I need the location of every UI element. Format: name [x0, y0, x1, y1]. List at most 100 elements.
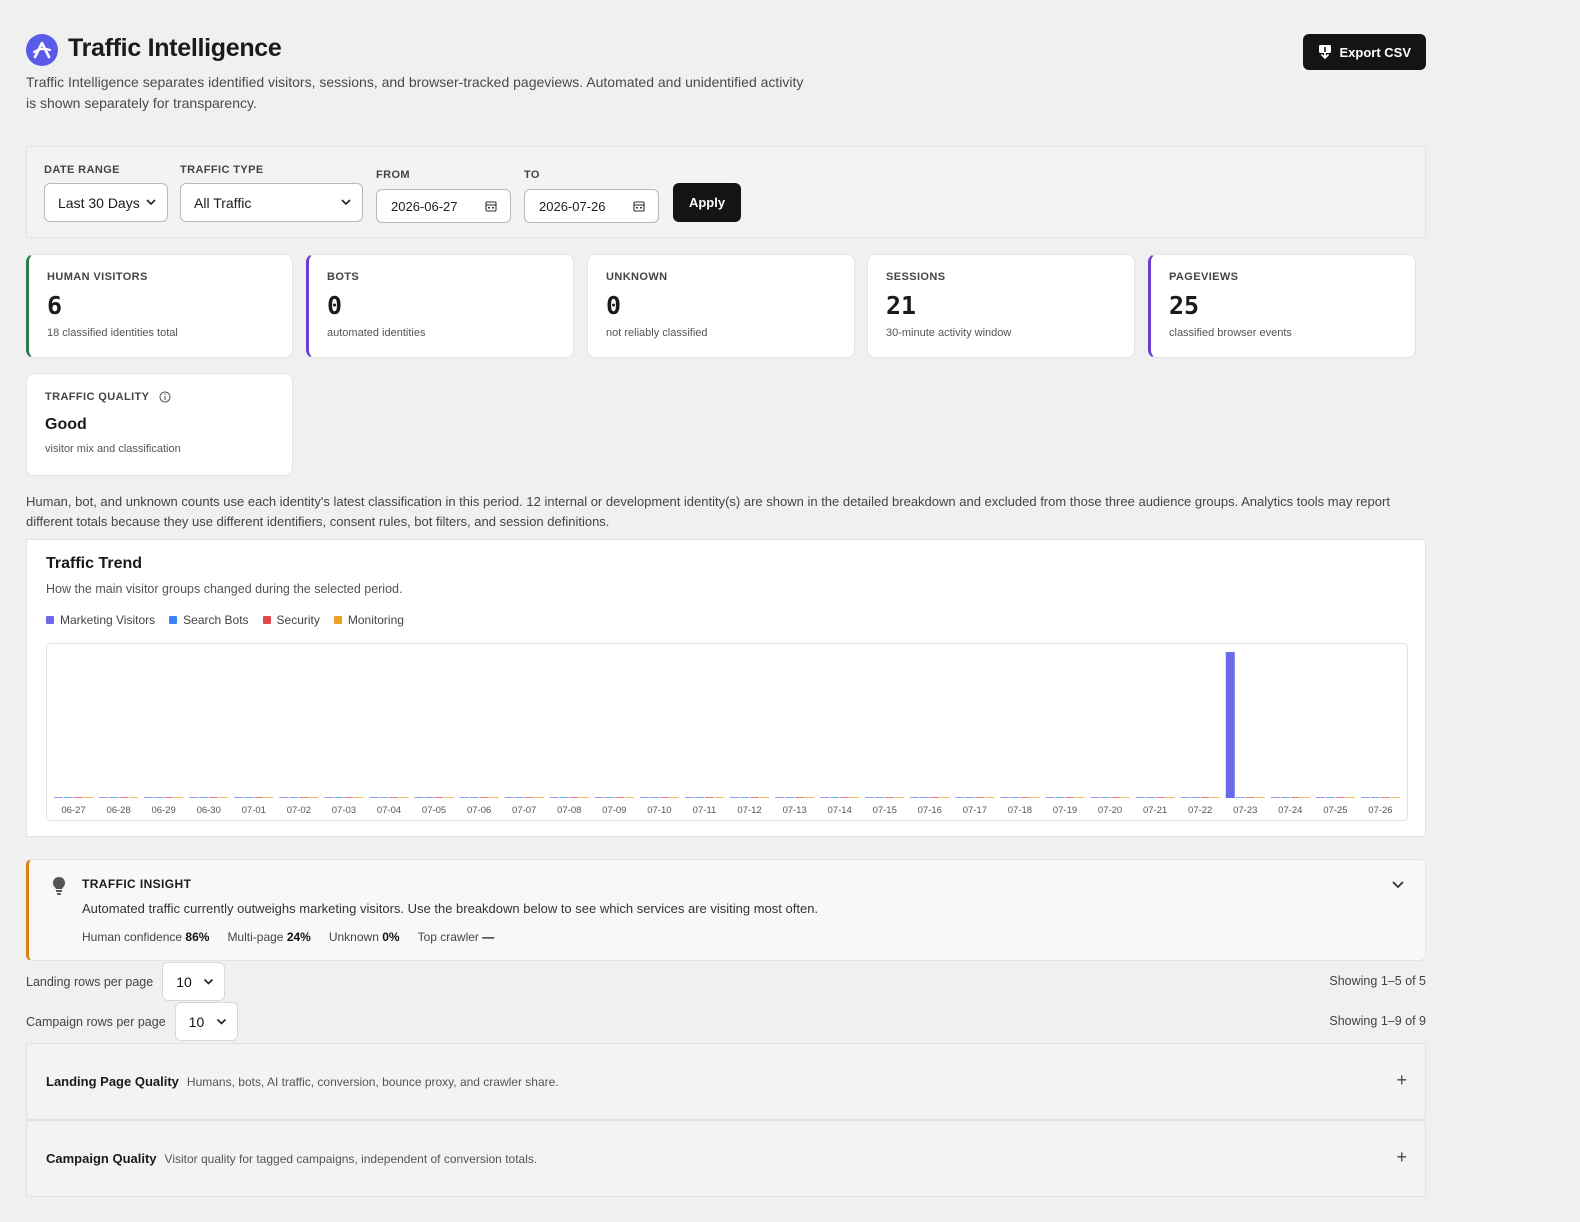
bar-security-07-23	[1245, 797, 1255, 798]
bar-marketing-visitors-07-26	[1360, 797, 1370, 798]
bar-search-bots-07-03	[334, 797, 344, 798]
info-icon[interactable]	[159, 391, 171, 403]
bar-security-07-21	[1155, 797, 1165, 798]
bar-search-bots-07-26	[1370, 797, 1380, 798]
bar-marketing-visitors-06-28	[99, 797, 109, 798]
bar-marketing-visitors-07-06	[459, 797, 469, 798]
bar-monitoring-07-17	[985, 797, 995, 798]
bar-search-bots-07-22	[1190, 797, 1200, 798]
metric-human-confidence: Human confidence 86%	[82, 930, 209, 944]
campaign-quality-section[interactable]: Campaign Quality Visitor quality for tagg…	[26, 1120, 1426, 1197]
chevron-down-icon[interactable]	[1391, 880, 1405, 890]
apply-button[interactable]: Apply	[673, 183, 741, 222]
landing-rows-select[interactable]: 10	[162, 962, 226, 1001]
bar-marketing-visitors-07-17	[955, 797, 965, 798]
bar-marketing-visitors-07-16	[910, 797, 920, 798]
x-tick-label: 07-06	[467, 805, 491, 816]
bar-search-bots-07-11	[694, 797, 704, 798]
campaign-rows-value: 10	[188, 1013, 205, 1030]
bar-search-bots-07-16	[920, 797, 930, 798]
insight-metrics: Human confidence 86% Multi-page 24% Unkn…	[82, 930, 494, 944]
bar-marketing-visitors-07-23	[1225, 652, 1235, 798]
x-tick-label: 07-10	[647, 805, 671, 816]
x-tick-label: 07-25	[1323, 805, 1347, 816]
bar-monitoring-07-14	[850, 797, 860, 798]
traffic-quality-desc: visitor mix and classification	[45, 443, 181, 455]
bar-security-07-10	[659, 797, 669, 798]
x-tick-label: 07-08	[557, 805, 581, 816]
bar-marketing-visitors-07-22	[1180, 797, 1190, 798]
calendar-icon[interactable]	[485, 200, 497, 212]
bar-monitoring-07-12	[760, 797, 770, 798]
bar-search-bots-07-05	[424, 797, 434, 798]
plus-icon[interactable]: +	[1396, 1147, 1407, 1168]
legend-item: Monitoring	[333, 613, 404, 627]
to-date-value: 2026-07-26	[539, 198, 606, 214]
traffic-type-value: All Traffic	[194, 194, 252, 211]
bar-monitoring-07-16	[940, 797, 950, 798]
metric-value: 24%	[286, 930, 311, 944]
bar-monitoring-07-03	[354, 797, 364, 798]
bar-marketing-visitors-07-18	[1000, 797, 1010, 798]
filter-bar: DATE RANGE Last 30 Days TRAFFIC TYPE All…	[26, 146, 1426, 238]
calendar-icon[interactable]	[633, 200, 645, 212]
page-title: Traffic Intelligence	[68, 34, 282, 62]
bar-marketing-visitors-07-03	[324, 797, 334, 798]
export-csv-button[interactable]: Export CSV	[1303, 34, 1426, 70]
x-tick-label: 07-26	[1368, 805, 1392, 816]
page: Traffic Intelligence Traffic Intelligenc…	[26, 0, 1426, 1197]
bar-marketing-visitors-07-07	[504, 797, 514, 798]
section-header: Landing Page Quality Humans, bots, AI tra…	[46, 1074, 559, 1089]
bar-security-07-07	[524, 797, 534, 798]
x-tick-label: 07-05	[422, 805, 446, 816]
stat-desc: 18 classified identities total	[47, 327, 178, 339]
plus-icon[interactable]: +	[1396, 1070, 1407, 1091]
bar-monitoring-07-23	[1255, 797, 1265, 798]
landing-rows-control: Landing rows per page 10	[26, 962, 226, 1001]
to-label: TO	[524, 169, 540, 181]
from-date-input[interactable]: 2026-06-27	[376, 189, 511, 223]
campaign-rows-control: Campaign rows per page 10	[26, 1002, 238, 1041]
campaign-rows-select[interactable]: 10	[174, 1002, 238, 1041]
bar-security-07-25	[1335, 797, 1345, 798]
date-range-select[interactable]: Last 30 Days	[44, 183, 168, 222]
bar-monitoring-07-24	[1300, 797, 1310, 798]
x-tick-label: 07-14	[828, 805, 852, 816]
traffic-quality-label: TRAFFIC QUALITY	[45, 391, 150, 403]
bar-security-07-03	[344, 797, 354, 798]
bar-search-bots-07-17	[965, 797, 975, 798]
bar-security-07-22	[1200, 797, 1210, 798]
bar-monitoring-07-01	[264, 797, 274, 798]
bar-search-bots-07-06	[469, 797, 479, 798]
bar-monitoring-07-20	[1120, 797, 1130, 798]
bar-monitoring-07-11	[714, 797, 724, 798]
stat-card-human-visitors: HUMAN VISITORS 6 18 classified identitie…	[26, 254, 293, 358]
metric-multi-page: Multi-page 24%	[227, 930, 310, 944]
export-csv-label: Export CSV	[1339, 44, 1411, 60]
stat-card-bots: BOTS 0 automated identities	[306, 254, 574, 358]
traffic-insight-panel: TRAFFIC INSIGHT Automated traffic curren…	[26, 859, 1426, 961]
stat-label: UNKNOWN	[606, 271, 668, 283]
trend-chart-svg: 06-27 06-28 06-29 06-30 07-01 07-02 07-03 07-04…	[54, 652, 1400, 816]
to-date-input[interactable]: 2026-07-26	[524, 189, 659, 223]
bar-security-07-18	[1020, 797, 1030, 798]
stat-value: 21	[886, 291, 917, 320]
bar-security-07-14	[840, 797, 850, 798]
bar-search-bots-07-20	[1100, 797, 1110, 798]
x-tick-label: 07-22	[1188, 805, 1212, 816]
traffic-quality-header: TRAFFIC QUALITY	[45, 391, 292, 403]
insight-text: Automated traffic currently outweighs ma…	[82, 901, 819, 916]
bar-security-06-28	[119, 797, 129, 798]
legend-item: Security	[262, 613, 320, 627]
x-tick-label: 07-20	[1098, 805, 1122, 816]
bar-marketing-visitors-07-05	[414, 797, 424, 798]
traffic-type-select[interactable]: All Traffic	[180, 183, 363, 222]
bar-monitoring-07-08	[579, 797, 589, 798]
bar-search-bots-07-23	[1235, 797, 1245, 798]
x-tick-label: 07-15	[873, 805, 897, 816]
landing-showing: Showing 1–5 of 5	[1329, 974, 1426, 988]
legend-label: Monitoring	[347, 613, 404, 627]
landing-page-quality-section[interactable]: Landing Page Quality Humans, bots, AI tra…	[26, 1043, 1426, 1120]
metric-label: Multi-page	[227, 930, 284, 944]
metric-label: Unknown	[328, 930, 379, 944]
